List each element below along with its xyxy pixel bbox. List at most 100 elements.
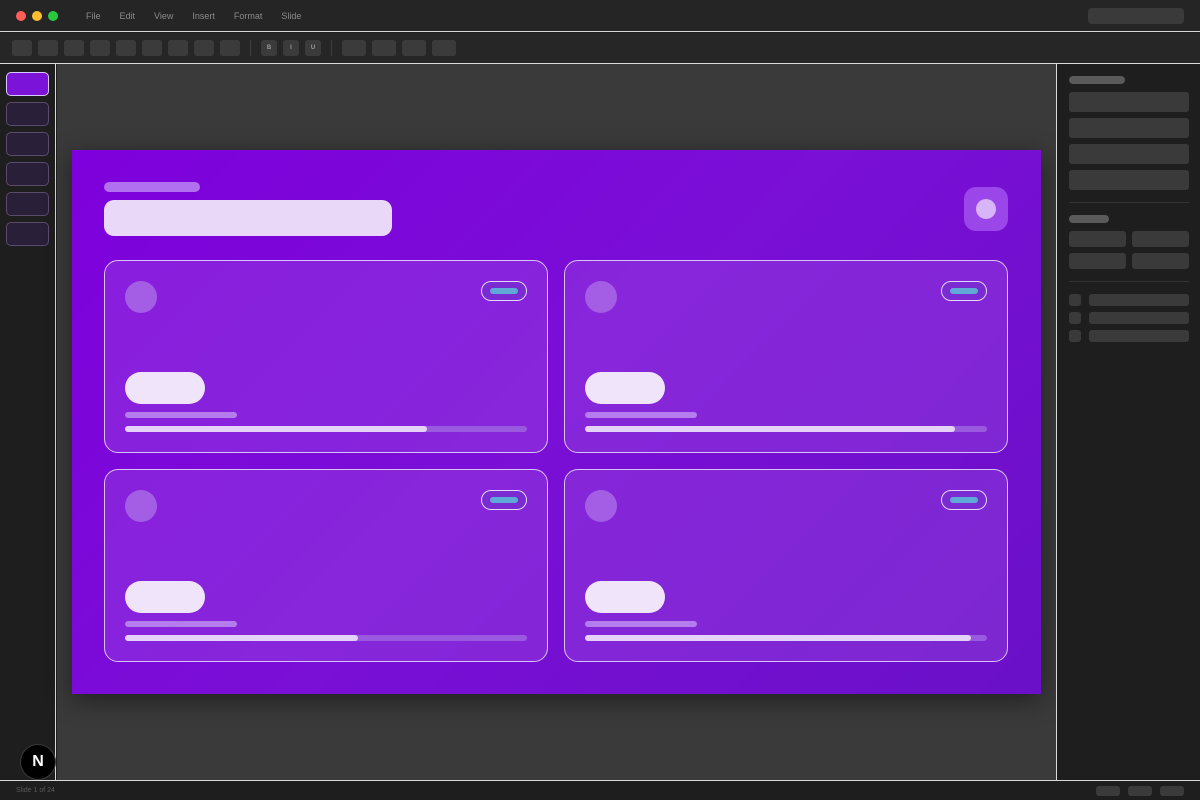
toolbar-button[interactable]: [116, 40, 136, 56]
progress-fill: [125, 426, 427, 432]
progress-bar: [585, 635, 987, 641]
toolbar-button[interactable]: [194, 40, 214, 56]
badge-pill: [490, 288, 518, 294]
card-value-placeholder: [585, 581, 665, 613]
inspector-field[interactable]: [1069, 170, 1189, 190]
status-button[interactable]: [1128, 786, 1152, 796]
card-icon: [125, 281, 157, 313]
toolbar-button[interactable]: [220, 40, 240, 56]
toolbar-button[interactable]: [38, 40, 58, 56]
italic-button[interactable]: I: [283, 40, 299, 56]
stat-card[interactable]: [564, 260, 1008, 453]
checkbox[interactable]: [1069, 294, 1081, 306]
checkbox[interactable]: [1069, 330, 1081, 342]
progress-bar: [125, 635, 527, 641]
toolbar-divider: [250, 40, 251, 56]
inspector-field[interactable]: [1069, 253, 1126, 269]
status-badge: [941, 490, 987, 510]
slide-thumbnail[interactable]: [6, 162, 49, 186]
underline-button[interactable]: U: [305, 40, 321, 56]
menu-format[interactable]: Format: [234, 0, 263, 32]
status-badge: [481, 281, 527, 301]
option-label-placeholder: [1089, 294, 1189, 306]
toolbar-button[interactable]: [142, 40, 162, 56]
option-label-placeholder: [1089, 312, 1189, 324]
badge-pill: [950, 497, 978, 503]
slide-thumbnail-active[interactable]: [6, 72, 49, 96]
toolbar-button[interactable]: [168, 40, 188, 56]
slide-thumbnail[interactable]: [6, 102, 49, 126]
minimize-window-button[interactable]: [32, 11, 42, 21]
menu-slide[interactable]: Slide: [281, 0, 301, 32]
slide-thumbnail[interactable]: [6, 192, 49, 216]
title-bar: File Edit View Insert Format Slide: [0, 0, 1200, 32]
toolbar-button[interactable]: [402, 40, 426, 56]
toolbar-button[interactable]: [432, 40, 456, 56]
status-bar: Slide 1 of 24: [0, 780, 1200, 800]
progress-bar: [125, 426, 527, 432]
card-value-placeholder: [125, 581, 205, 613]
search-field[interactable]: [1088, 8, 1184, 24]
menu-insert[interactable]: Insert: [192, 0, 215, 32]
status-badge: [941, 281, 987, 301]
badge-pill: [490, 497, 518, 503]
inspector-field[interactable]: [1069, 144, 1189, 164]
inspector-field[interactable]: [1069, 118, 1189, 138]
close-window-button[interactable]: [16, 11, 26, 21]
slide[interactable]: [72, 150, 1041, 694]
card-label-placeholder: [125, 412, 237, 418]
card-icon: [585, 281, 617, 313]
card-label-placeholder: [125, 621, 237, 627]
circle-icon: [976, 199, 996, 219]
status-button[interactable]: [1160, 786, 1184, 796]
inspector-section-label: [1069, 215, 1109, 223]
menu-view[interactable]: View: [154, 0, 173, 32]
option-label-placeholder: [1089, 330, 1189, 342]
slide-eyebrow-placeholder: [104, 182, 200, 192]
bold-button[interactable]: B: [261, 40, 277, 56]
inspector-field[interactable]: [1069, 231, 1126, 247]
floating-action-button[interactable]: N: [20, 744, 56, 780]
toolbar-divider: [331, 40, 332, 56]
progress-bar: [585, 426, 987, 432]
stat-card[interactable]: [104, 260, 548, 453]
editor-canvas: [57, 64, 1056, 780]
slide-thumbnail[interactable]: [6, 132, 49, 156]
card-value-placeholder: [125, 372, 205, 404]
slide-counter: Slide 1 of 24: [16, 787, 55, 794]
inspector-divider: [1069, 281, 1189, 282]
slide-action-button[interactable]: [964, 187, 1008, 231]
card-icon: [585, 490, 617, 522]
stat-card[interactable]: [104, 469, 548, 662]
menu-edit[interactable]: Edit: [120, 0, 136, 32]
inspector-panel: [1056, 64, 1200, 780]
checkbox[interactable]: [1069, 312, 1081, 324]
slide-heading-placeholder[interactable]: [104, 200, 392, 236]
toolbar: B I U: [0, 33, 1200, 64]
menu-bar: File Edit View Insert Format Slide: [86, 0, 320, 32]
inspector-field[interactable]: [1132, 253, 1189, 269]
toolbar-button[interactable]: [372, 40, 396, 56]
card-label-placeholder: [585, 621, 697, 627]
slide-thumbnail[interactable]: [6, 222, 49, 246]
slide-thumbnails-panel: [0, 64, 56, 780]
inspector-divider: [1069, 202, 1189, 203]
toolbar-button[interactable]: [12, 40, 32, 56]
maximize-window-button[interactable]: [48, 11, 58, 21]
inspector-section-label: [1069, 76, 1125, 84]
progress-fill: [125, 635, 359, 641]
toolbar-button[interactable]: [90, 40, 110, 56]
menu-file[interactable]: File: [86, 0, 101, 32]
progress-fill: [585, 635, 971, 641]
inspector-field[interactable]: [1069, 92, 1189, 112]
toolbar-button[interactable]: [64, 40, 84, 56]
status-button[interactable]: [1096, 786, 1120, 796]
stat-card[interactable]: [564, 469, 1008, 662]
inspector-field[interactable]: [1132, 231, 1189, 247]
progress-fill: [585, 426, 955, 432]
toolbar-button[interactable]: [342, 40, 366, 56]
card-label-placeholder: [585, 412, 697, 418]
card-icon: [125, 490, 157, 522]
badge-pill: [950, 288, 978, 294]
status-badge: [481, 490, 527, 510]
